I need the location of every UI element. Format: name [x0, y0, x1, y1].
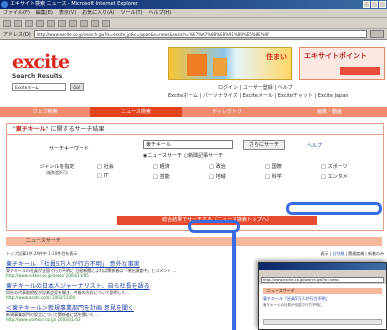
sort-prefix: 表示 | [320, 251, 333, 256]
banner2-button [340, 67, 380, 75]
browser-window: エキサイト検索 ニュース - Microsoft Internet Explor… [0, 0, 387, 330]
result-meta: トップ記事1件 24件中 1-10件目を表示 表示 | 日付順 | 関連度順 |… [6, 249, 384, 258]
mail-icon[interactable] [91, 20, 99, 27]
close-button[interactable] [379, 1, 386, 8]
site-select[interactable]: Exciteホーム [12, 83, 66, 91]
tab-images[interactable]: 画像・動画 [272, 107, 387, 117]
popup-address-input[interactable]: http://www.excite.co.jp/search.gw?lk=new… [261, 277, 384, 283]
sort-suffix[interactable]: | 関連度順 | 新着のみ [344, 251, 384, 256]
header: excite Search Results Exciteホーム Go! 住まい … [0, 41, 387, 91]
excite-logo[interactable]: excite [12, 51, 70, 73]
result-highlight-callout [188, 220, 240, 233]
ad-banner-points[interactable]: エキサイトポイント [299, 47, 385, 80]
search-heading: "東チキール" に関するサーチ結果 [7, 124, 383, 135]
browser-icon [1, 1, 8, 8]
service-links[interactable]: Exciteホーム | パーソナライズ | Exciteメール | Excite… [168, 92, 348, 99]
category-grid: 社会 経済 政治 国際 スポーツ IT 芸能 地域 科学 エンタメ [97, 163, 377, 180]
address-bar: アドレス(D) http://www.excite.co.jp/search.g… [0, 29, 387, 40]
logo-text: excite [12, 51, 70, 73]
logo-subtitle: Search Results [12, 73, 63, 80]
menu-favorites[interactable]: お気に入り(A) [82, 9, 114, 17]
category-checkbox[interactable]: スポーツ [321, 163, 377, 170]
category-checkbox[interactable]: 芸能 [153, 173, 209, 180]
search-submit-button[interactable]: さらにサーチ [243, 140, 285, 150]
menu-help[interactable]: ヘルプ(H) [148, 9, 171, 17]
sort-highlight-callout [286, 202, 382, 215]
house-illustration [187, 54, 207, 76]
sort-options: 表示 | 日付順 | 関連度順 | 新着のみ [320, 249, 384, 258]
callout-pointer-line [232, 233, 236, 330]
minimize-button[interactable] [363, 1, 370, 8]
refresh-icon[interactable] [36, 20, 44, 27]
query-label: サーチキーワード [49, 146, 90, 152]
window-title: エキサイト検索 ニュース - Microsoft Internet Explor… [10, 1, 138, 7]
top-links[interactable]: ログイン | ユーザー登録 | ヘルプ [218, 84, 293, 91]
search-mode-radio[interactable]: ◉ニュースサーチ ○新聞記事サーチ [143, 152, 223, 159]
house-illustration-2 [213, 58, 227, 76]
tab-news[interactable]: ニュース検索 [90, 107, 182, 117]
query-row: サーチキーワード 東チキール さらにサーチ ヘルプ ◉ニュースサーチ ○新聞記事… [7, 135, 383, 161]
sort-by-date-link[interactable]: 日付順 [332, 251, 344, 256]
address-input[interactable]: http://www.excite.co.jp/search.gw?lk=exc… [33, 30, 367, 38]
category-row: ジャンルを指定 （複数選択可） 社会 経済 政治 国際 スポーツ IT 芸能 地… [7, 161, 383, 199]
nav-tabs: ウェブ検索 ニュース検索 ディレクトリ 画像・動画 [0, 107, 387, 117]
heading-keyword: 東チキール [15, 126, 46, 133]
search-icon[interactable] [58, 20, 66, 27]
category-checkbox[interactable]: 社会 [97, 163, 153, 170]
news-section-bar: ニュースサーチ [6, 237, 382, 246]
popup-browser-window[interactable]: http://www.excite.co.jp/search.gw?lk=new… [258, 262, 387, 330]
site-go-button[interactable]: Go! [70, 83, 84, 91]
address-label: アドレス(D) [3, 31, 31, 38]
category-checkbox[interactable]: 国際 [265, 163, 321, 170]
stop-icon[interactable] [25, 20, 33, 27]
favorites-icon[interactable] [69, 20, 77, 27]
maximize-button[interactable] [371, 1, 378, 8]
window-controls [363, 1, 386, 8]
category-checkbox[interactable]: 政治 [209, 163, 265, 170]
window-titlebar: エキサイト検索 ニュース - Microsoft Internet Explor… [0, 0, 387, 9]
popup-scrollbar[interactable] [263, 319, 382, 325]
print-icon[interactable] [102, 20, 110, 27]
ad-banner-housing[interactable]: 住まい [168, 47, 292, 80]
tab-web[interactable]: ウェブ検索 [0, 107, 90, 117]
banner2-text: エキサイトポイント [304, 52, 367, 60]
address-go-button[interactable] [370, 30, 384, 38]
category-checkbox[interactable]: 経済 [153, 163, 209, 170]
menu-view[interactable]: 表示(V) [59, 9, 76, 17]
popup-result-title[interactable]: 東チキール「社員5万人が行方不明」 [263, 296, 382, 302]
heading-suffix: " に関するサーチ結果 [45, 126, 105, 133]
category-label-sub: （複数選択可） [43, 170, 71, 175]
menu-edit[interactable]: 編集(E) [36, 9, 53, 17]
query-input[interactable]: 東チキール [143, 140, 233, 149]
menu-file[interactable]: ファイル(F) [3, 9, 30, 17]
category-checkbox[interactable]: 科学 [265, 173, 321, 180]
menu-tools[interactable]: ツール(T) [121, 9, 143, 17]
popup-titlebar [259, 263, 386, 270]
category-checkbox[interactable]: 地域 [209, 173, 265, 180]
popup-news-bar: ニュースサーチ [263, 288, 382, 294]
menu-bar: ファイル(F) 編集(E) 表示(V) お気に入り(A) ツール(T) ヘルプ(… [0, 9, 387, 18]
help-link[interactable]: ヘルプ [307, 142, 322, 149]
home-icon[interactable] [47, 20, 55, 27]
result-count: トップ記事1件 24件中 1-10件目を表示 [6, 251, 78, 256]
forward-icon[interactable] [14, 20, 22, 27]
popup-addressbar: http://www.excite.co.jp/search.gw?lk=new… [259, 276, 386, 284]
category-checkbox[interactable]: エンタメ [321, 173, 377, 180]
category-checkbox[interactable]: IT [97, 173, 153, 180]
toolbar [0, 18, 387, 29]
category-label: ジャンルを指定 （複数選択可） [27, 163, 87, 176]
popup-result-desc: 東チキールの社員が全国で行方不明に [263, 303, 323, 307]
history-icon[interactable] [80, 20, 88, 27]
back-icon[interactable] [3, 20, 11, 27]
tab-directory[interactable]: ディレクトリ [182, 107, 272, 117]
banner-text: 住まい [266, 53, 287, 61]
